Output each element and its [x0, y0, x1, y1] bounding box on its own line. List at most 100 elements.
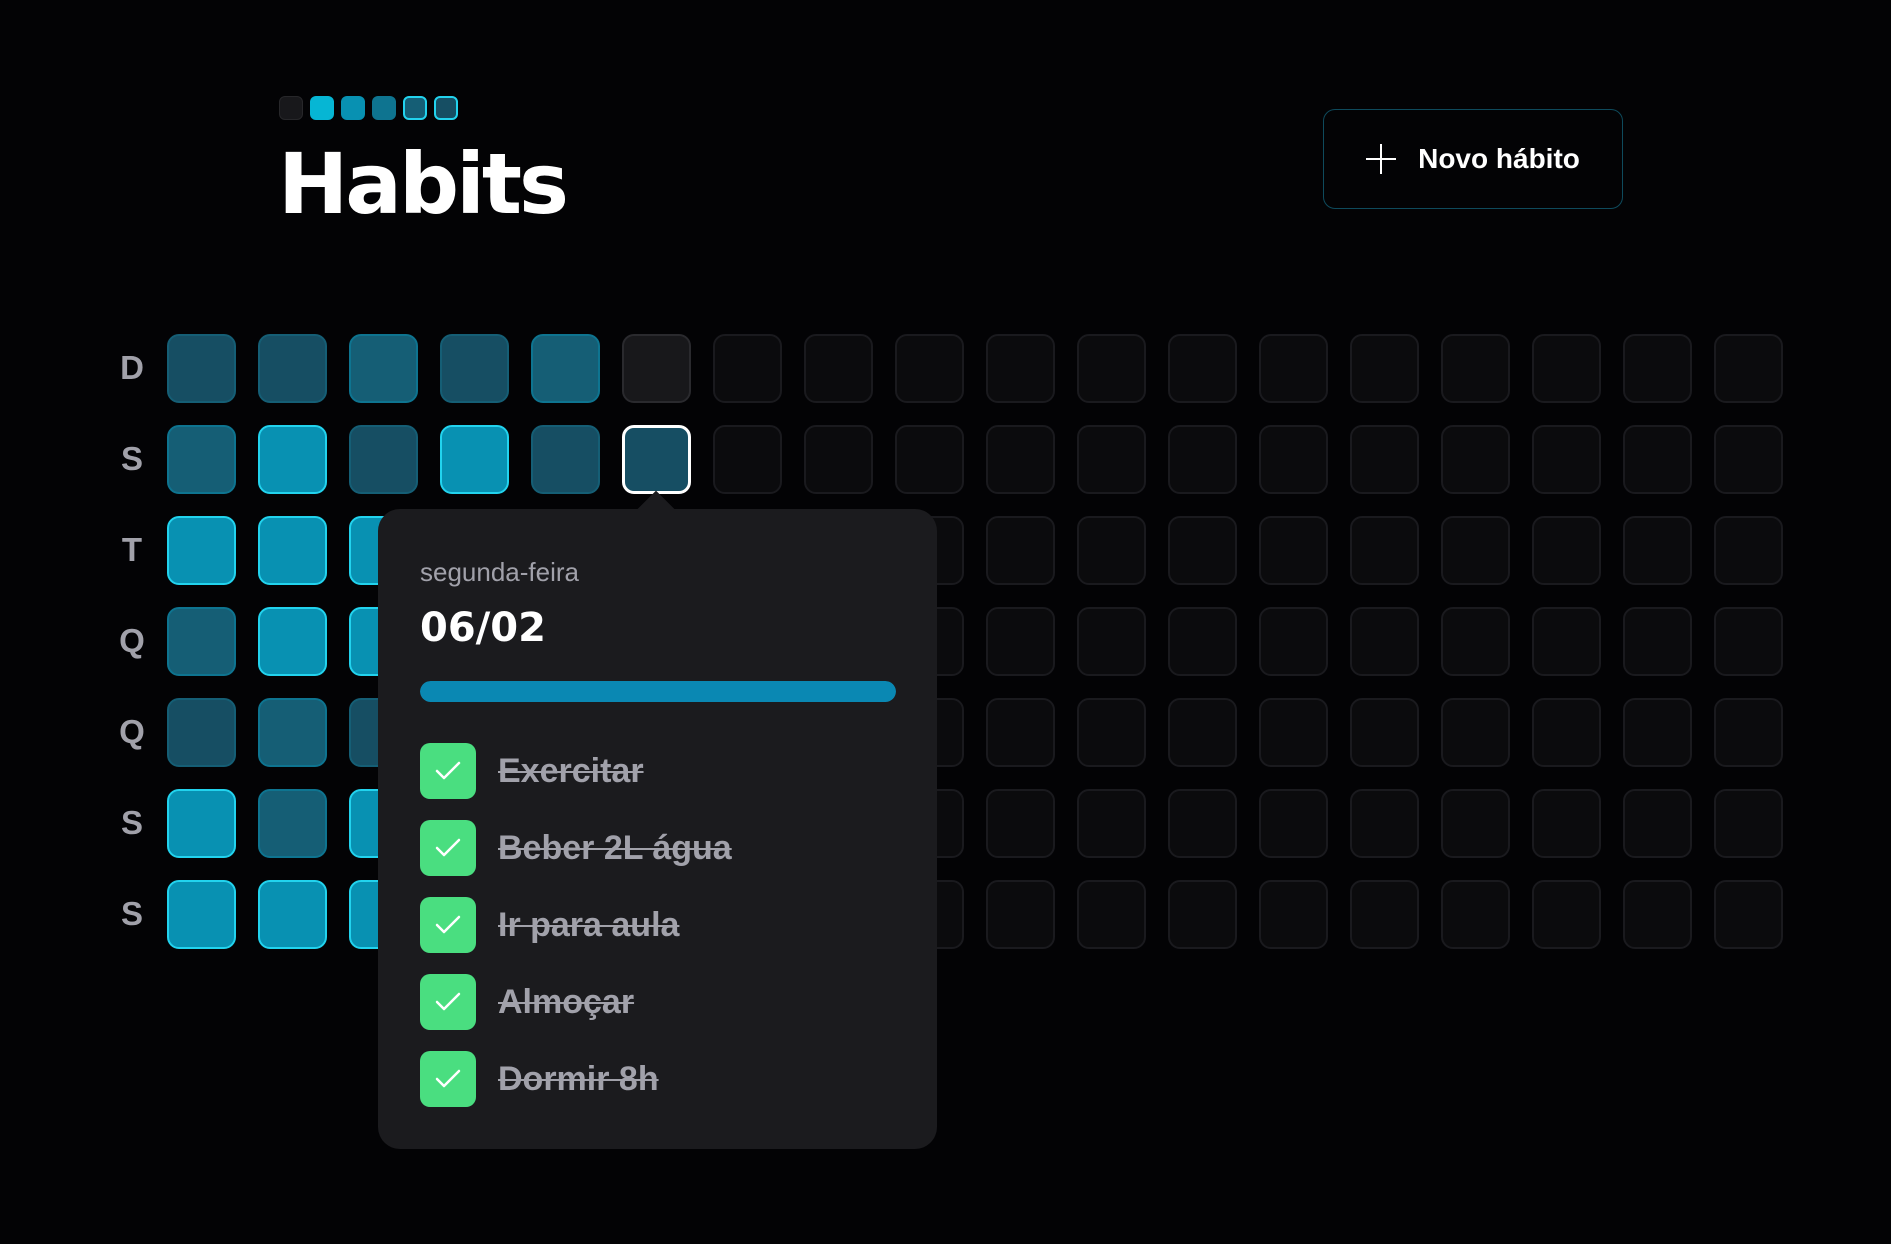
day-cell[interactable] [1350, 607, 1419, 676]
day-cell[interactable] [349, 425, 418, 494]
day-cell[interactable] [1168, 607, 1237, 676]
day-cell[interactable] [1532, 880, 1601, 949]
day-cell[interactable] [1441, 334, 1510, 403]
day-cell[interactable] [986, 789, 1055, 858]
day-cell[interactable] [1077, 334, 1146, 403]
day-cell[interactable] [1441, 516, 1510, 585]
day-cell[interactable] [1714, 516, 1783, 585]
day-cell[interactable] [258, 425, 327, 494]
day-cell[interactable] [1168, 880, 1237, 949]
day-cell[interactable] [349, 334, 418, 403]
day-cell[interactable] [1077, 789, 1146, 858]
day-cell[interactable] [1350, 334, 1419, 403]
day-cell[interactable] [1714, 334, 1783, 403]
day-cell[interactable] [1623, 698, 1692, 767]
day-cell[interactable] [1259, 789, 1328, 858]
day-cell[interactable] [1077, 425, 1146, 494]
day-cell[interactable] [1441, 425, 1510, 494]
day-cell[interactable] [986, 607, 1055, 676]
day-cell[interactable] [1623, 880, 1692, 949]
day-cell[interactable] [1077, 607, 1146, 676]
day-cell[interactable] [1441, 698, 1510, 767]
day-cell[interactable] [1350, 698, 1419, 767]
day-cell[interactable] [1532, 516, 1601, 585]
day-cell[interactable] [1623, 425, 1692, 494]
day-cell[interactable] [1350, 425, 1419, 494]
day-cell[interactable] [713, 425, 782, 494]
day-cell[interactable] [1259, 698, 1328, 767]
new-habit-button[interactable]: Novo hábito [1323, 109, 1623, 209]
day-cell[interactable] [986, 334, 1055, 403]
day-cell[interactable] [622, 334, 691, 403]
day-cell[interactable] [167, 334, 236, 403]
day-cell[interactable] [804, 425, 873, 494]
day-cell[interactable] [440, 425, 509, 494]
day-cell[interactable] [1532, 698, 1601, 767]
day-cell[interactable] [804, 334, 873, 403]
day-cell[interactable] [1259, 425, 1328, 494]
day-cell[interactable] [258, 880, 327, 949]
day-cell[interactable] [258, 607, 327, 676]
day-cell[interactable] [167, 607, 236, 676]
day-cell[interactable] [1259, 334, 1328, 403]
day-cell[interactable] [1623, 516, 1692, 585]
day-cell[interactable] [1077, 516, 1146, 585]
day-cell[interactable] [986, 880, 1055, 949]
day-cell[interactable] [167, 516, 236, 585]
day-cell[interactable] [1259, 516, 1328, 585]
day-cell[interactable] [1441, 880, 1510, 949]
day-cell[interactable] [986, 698, 1055, 767]
checkbox[interactable] [420, 820, 476, 876]
day-cell[interactable] [1168, 334, 1237, 403]
day-cell[interactable] [1168, 516, 1237, 585]
day-cell[interactable] [1168, 789, 1237, 858]
day-cell[interactable] [258, 789, 327, 858]
day-cell[interactable] [1350, 516, 1419, 585]
day-cell[interactable] [1350, 789, 1419, 858]
day-cell[interactable] [258, 516, 327, 585]
day-cell[interactable] [1350, 880, 1419, 949]
day-cell[interactable] [258, 698, 327, 767]
day-cell[interactable] [1168, 698, 1237, 767]
day-cell[interactable] [895, 334, 964, 403]
day-cell[interactable] [1714, 789, 1783, 858]
day-cell[interactable] [1714, 607, 1783, 676]
day-cell-selected[interactable] [622, 425, 691, 494]
day-cell[interactable] [713, 334, 782, 403]
day-cell[interactable] [1532, 334, 1601, 403]
day-cell[interactable] [1259, 880, 1328, 949]
day-cell[interactable] [1441, 607, 1510, 676]
day-cell[interactable] [1077, 880, 1146, 949]
day-cell[interactable] [1623, 334, 1692, 403]
day-cell[interactable] [1532, 789, 1601, 858]
day-cell[interactable] [531, 334, 600, 403]
day-cell[interactable] [1623, 789, 1692, 858]
checkbox[interactable] [420, 1051, 476, 1107]
day-cell[interactable] [167, 698, 236, 767]
day-cell[interactable] [1077, 698, 1146, 767]
day-cell[interactable] [1623, 607, 1692, 676]
checkbox[interactable] [420, 743, 476, 799]
day-cell[interactable] [167, 880, 236, 949]
day-cell[interactable] [1168, 425, 1237, 494]
day-cell[interactable] [1714, 698, 1783, 767]
habit-checkbox-item[interactable]: Almoçar [420, 974, 634, 1030]
day-cell[interactable] [1441, 789, 1510, 858]
day-cell[interactable] [440, 334, 509, 403]
day-cell[interactable] [1532, 607, 1601, 676]
habit-checkbox-item[interactable]: Exercitar [420, 743, 644, 799]
habit-checkbox-item[interactable]: Ir para aula [420, 897, 679, 953]
day-cell[interactable] [986, 425, 1055, 494]
habit-checkbox-item[interactable]: Beber 2L água [420, 820, 732, 876]
day-cell[interactable] [1532, 425, 1601, 494]
day-cell[interactable] [986, 516, 1055, 585]
day-cell[interactable] [167, 425, 236, 494]
day-cell[interactable] [167, 789, 236, 858]
day-cell[interactable] [258, 334, 327, 403]
checkbox[interactable] [420, 974, 476, 1030]
day-cell[interactable] [895, 425, 964, 494]
checkbox[interactable] [420, 897, 476, 953]
day-cell[interactable] [1259, 607, 1328, 676]
day-cell[interactable] [1714, 880, 1783, 949]
day-cell[interactable] [531, 425, 600, 494]
